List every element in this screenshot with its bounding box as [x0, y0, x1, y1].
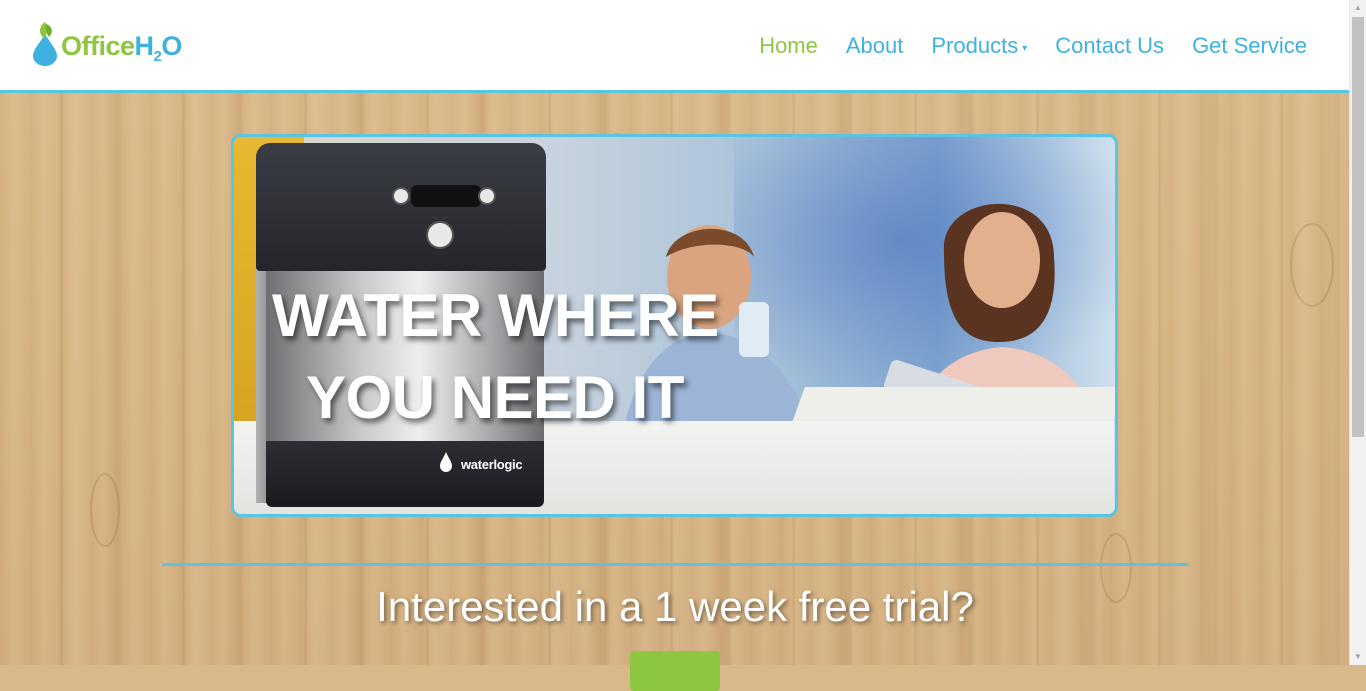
waterlogic-drop-icon [440, 452, 452, 472]
logo-wordmark: OfficeH2O [61, 31, 182, 65]
logo-office-text: Office [61, 31, 135, 61]
wood-knot [90, 473, 120, 547]
scroll-down-arrow-icon[interactable]: ▼ [1350, 649, 1366, 665]
wood-knot [1290, 223, 1334, 307]
logo-o-text: O [161, 31, 182, 61]
water-drop-leaf-icon [33, 22, 57, 66]
scrollbar-thumb[interactable] [1352, 17, 1364, 437]
cooler-indicator-icon [392, 187, 410, 205]
free-trial-button[interactable] [630, 651, 720, 691]
scroll-up-arrow-icon[interactable]: ▲ [1350, 0, 1366, 16]
main-nav: Home About Products ▾ Contact Us Get Serv… [731, 33, 1307, 59]
nav-about-label: About [845, 33, 904, 58]
free-trial-heading: Interested in a 1 week free trial? [376, 583, 974, 630]
nav-home-label: Home [759, 33, 818, 58]
cooler-top [256, 143, 546, 271]
waterlogic-brand-text: waterlogic [461, 457, 523, 472]
cooler-indicator-icon [478, 187, 496, 205]
hero-headline-line2: YOU NEED IT [306, 364, 684, 431]
hero-headline-line1: WATER WHERE [272, 282, 719, 349]
nav-home[interactable]: Home [759, 33, 818, 59]
hero-headline: WATER WHERE YOU NEED IT [272, 275, 719, 439]
nav-get-service[interactable]: Get Service [1192, 33, 1307, 59]
nav-contact-us[interactable]: Contact Us [1055, 33, 1164, 59]
hero-banner: waterlogic WATER WHERE YOU NEED IT [231, 134, 1118, 517]
nav-about[interactable]: About [846, 33, 904, 59]
cooler-display [411, 185, 481, 207]
nav-get-service-label: Get Service [1192, 33, 1307, 58]
section-divider [162, 563, 1188, 566]
cooler-drop-button-icon [426, 221, 454, 249]
nav-contact-label: Contact Us [1055, 33, 1165, 58]
nav-products[interactable]: Products ▾ [931, 33, 1027, 59]
caret-down-icon: ▾ [1022, 42, 1028, 54]
page-scrollbar[interactable]: ▲ ▼ [1349, 0, 1366, 665]
site-header: OfficeH2O Home About Products ▾ Contact U… [0, 0, 1349, 93]
cooler-base [266, 441, 544, 507]
logo-h-text: H [134, 31, 155, 61]
nav-products-label: Products [931, 33, 1019, 58]
site-logo[interactable]: OfficeH2O [30, 18, 182, 66]
